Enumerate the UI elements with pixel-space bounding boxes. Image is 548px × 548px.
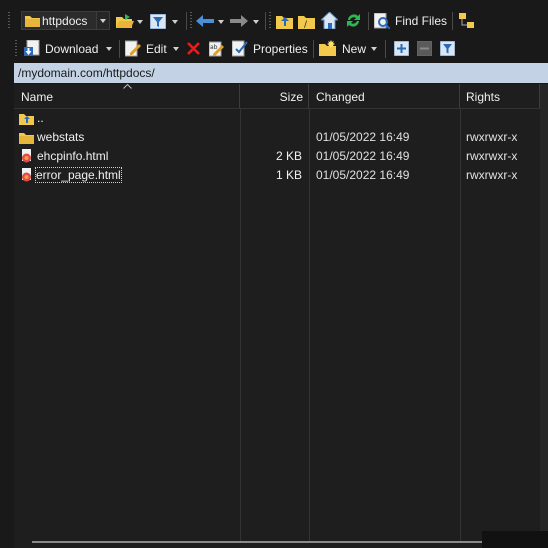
svg-text:ab: ab: [210, 44, 218, 51]
toolbar-separator: [265, 12, 266, 30]
column-header: Name Size Changed Rights: [14, 84, 540, 109]
filter-selection-icon[interactable]: [440, 41, 455, 56]
toolbar-separator: [452, 12, 453, 30]
vertical-scrollbar[interactable]: [540, 84, 548, 548]
delete-icon[interactable]: [187, 42, 200, 55]
file-rights: rwxrwxr-x: [466, 130, 518, 144]
toolbar-grip[interactable]: [190, 12, 192, 30]
file-name: ..: [37, 111, 44, 125]
toolbar-grip[interactable]: [8, 12, 10, 30]
find-files-icon[interactable]: [374, 13, 390, 29]
filter-icon[interactable]: [150, 14, 166, 29]
file-list-panel: Name Size Changed Rights .. webstats 01/…: [14, 84, 548, 548]
location-combo-dropdown[interactable]: [96, 12, 109, 29]
file-size: 1 KB: [275, 168, 302, 182]
properties-icon: [232, 40, 248, 57]
file-row-error-page[interactable]: error_page.html 1 KB 01/05/2022 16:49 rw…: [14, 166, 540, 185]
download-button[interactable]: Download: [45, 42, 98, 56]
chevron-down-icon[interactable]: [173, 47, 179, 51]
new-folder-icon: [319, 40, 336, 56]
address-bar[interactable]: /mydomain.com/httpdocs/: [14, 63, 548, 83]
chevron-down-icon[interactable]: [106, 47, 112, 51]
file-rights: rwxrwxr-x: [466, 168, 518, 182]
root-directory-icon[interactable]: /: [298, 13, 315, 29]
file-changed: 01/05/2022 16:49: [316, 168, 410, 182]
file-row-ehcpinfo[interactable]: ehcpinfo.html 2 KB 01/05/2022 16:49 rwxr…: [14, 147, 540, 166]
location-combo[interactable]: httpdocs: [21, 11, 110, 30]
folder-icon: [25, 16, 40, 27]
toolbar-separator: [186, 12, 187, 30]
tree-view-icon[interactable]: [459, 13, 474, 29]
toolbar-separator: [368, 12, 369, 30]
edit-icon: [125, 40, 141, 57]
html-file-icon: [22, 168, 31, 182]
back-arrow-icon[interactable]: [196, 15, 214, 27]
column-rights-label: Rights: [466, 90, 501, 104]
horizontal-scrollbar[interactable]: [32, 541, 482, 543]
file-changed: 01/05/2022 16:49: [316, 149, 410, 163]
properties-button[interactable]: Properties: [253, 42, 308, 56]
html-file-icon: [22, 149, 31, 163]
column-changed-label: Changed: [316, 90, 365, 104]
chevron-down-icon[interactable]: [371, 47, 377, 51]
toolbar-separator: [313, 40, 314, 58]
column-name-label: Name: [21, 90, 54, 104]
unselect-minus-icon[interactable]: [417, 41, 432, 56]
chevron-down-icon[interactable]: [137, 20, 143, 24]
file-name: error_page.html: [35, 167, 122, 183]
rename-icon[interactable]: ab: [209, 40, 225, 57]
home-icon[interactable]: [321, 12, 338, 29]
file-size: 2 KB: [275, 149, 302, 163]
chevron-down-icon[interactable]: [172, 20, 178, 24]
toolbar-grip[interactable]: [269, 12, 271, 30]
folder-icon: [19, 133, 34, 144]
refresh-icon[interactable]: [345, 12, 362, 29]
file-rights: rwxrwxr-x: [466, 149, 518, 163]
parent-folder-icon: [19, 114, 34, 125]
toolbar-grip[interactable]: [15, 40, 17, 58]
status-bar-corner: [482, 531, 548, 548]
edit-button[interactable]: Edit: [146, 42, 167, 56]
chevron-down-icon: [100, 19, 106, 23]
file-name: ehcpinfo.html: [37, 149, 109, 163]
chevron-down-icon[interactable]: [218, 20, 224, 24]
open-folder-icon[interactable]: [116, 14, 134, 29]
forward-arrow-icon[interactable]: [230, 15, 248, 27]
sort-ascending-icon: [123, 84, 132, 89]
download-icon: [24, 40, 40, 56]
location-combo-value: httpdocs: [42, 14, 88, 28]
column-size-label: Size: [279, 90, 303, 104]
file-row-webstats[interactable]: webstats 01/05/2022 16:49 rwxrwxr-x: [14, 128, 540, 147]
navigation-toolbar: httpdocs / Find Files: [0, 8, 548, 36]
new-button[interactable]: New: [342, 42, 366, 56]
file-changed: 01/05/2022 16:49: [316, 130, 410, 144]
parent-directory-icon[interactable]: [276, 13, 293, 29]
column-name-header[interactable]: Name: [14, 84, 240, 108]
find-files-button[interactable]: Find Files: [395, 14, 447, 28]
current-path: /mydomain.com/httpdocs/: [18, 66, 155, 80]
file-operations-toolbar: Download Edit ab Properties New: [0, 36, 548, 62]
toolbar-separator: [119, 40, 120, 58]
column-changed-header[interactable]: Changed: [309, 84, 460, 108]
column-rights-header[interactable]: Rights: [460, 84, 540, 108]
select-all-plus-icon[interactable]: [394, 41, 409, 56]
toolbar-separator: [385, 40, 386, 58]
column-size-header[interactable]: Size: [240, 84, 309, 108]
file-name: webstats: [37, 130, 85, 144]
chevron-down-icon[interactable]: [253, 20, 259, 24]
file-row-parent[interactable]: ..: [14, 109, 540, 128]
